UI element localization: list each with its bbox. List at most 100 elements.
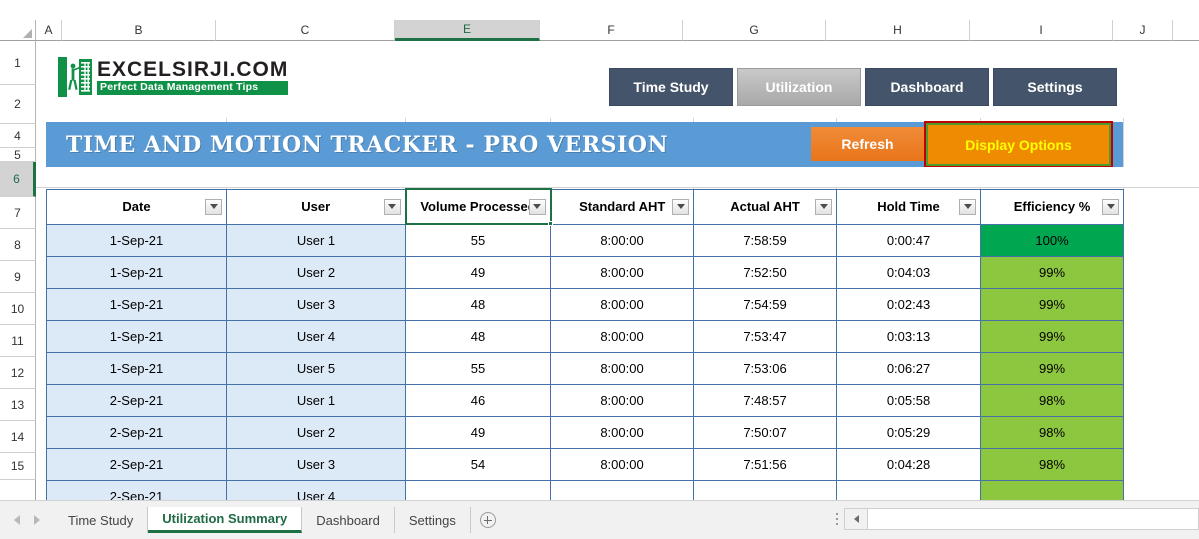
horizontal-scrollbar[interactable] <box>830 503 1199 535</box>
cell-hold-time[interactable]: 0:04:03 <box>836 255 981 289</box>
cell-efficiency[interactable]: 98% <box>980 415 1124 449</box>
cell-hold-time[interactable]: 0:04:28 <box>836 447 981 481</box>
select-all-corner[interactable] <box>0 20 36 41</box>
cell-user[interactable]: User 2 <box>226 255 406 289</box>
column-header-c[interactable]: C <box>216 20 395 41</box>
add-sheet-button[interactable] <box>471 512 505 528</box>
cell-hold-time[interactable]: 0:05:58 <box>836 383 981 417</box>
cell-standard-aht[interactable] <box>550 479 694 500</box>
row-header-8[interactable]: 8 <box>0 229 36 261</box>
cell-user[interactable]: User 3 <box>226 287 406 321</box>
cell-date[interactable]: 1-Sep-21 <box>46 287 227 321</box>
nav-button-settings[interactable]: Settings <box>993 68 1117 106</box>
cell-actual-aht[interactable]: 7:52:50 <box>693 255 837 289</box>
cell-efficiency[interactable]: 99% <box>980 319 1124 353</box>
cell-standard-aht[interactable]: 8:00:00 <box>550 447 694 481</box>
cell-actual-aht[interactable]: 7:58:59 <box>693 223 837 257</box>
row-header-14[interactable]: 14 <box>0 421 36 453</box>
cell-actual-aht[interactable]: 7:51:56 <box>693 447 837 481</box>
row-header-5[interactable]: 5 <box>0 148 36 162</box>
column-header-e[interactable]: E <box>395 20 540 41</box>
row-header-9[interactable]: 9 <box>0 261 36 293</box>
sheet-tab-utilization-summary[interactable]: Utilization Summary <box>148 507 303 533</box>
cell-standard-aht[interactable]: 8:00:00 <box>550 415 694 449</box>
cell-volume[interactable]: 49 <box>405 415 551 449</box>
scroll-left-icon[interactable] <box>844 508 868 530</box>
cell-date[interactable]: 1-Sep-21 <box>46 319 227 353</box>
prev-sheet-icon[interactable] <box>14 515 20 525</box>
cell-hold-time[interactable]: 0:02:43 <box>836 287 981 321</box>
row-header-4[interactable]: 4 <box>0 124 36 148</box>
scrollbar-grip[interactable] <box>830 507 844 531</box>
cell-volume[interactable]: 48 <box>405 287 551 321</box>
cell-user[interactable]: User 4 <box>226 479 406 500</box>
cell-actual-aht[interactable]: 7:48:57 <box>693 383 837 417</box>
row-header-13[interactable]: 13 <box>0 389 36 421</box>
row-header-1[interactable]: 1 <box>0 41 36 85</box>
cell-standard-aht[interactable]: 8:00:00 <box>550 287 694 321</box>
cell-standard-aht[interactable]: 8:00:00 <box>550 351 694 385</box>
nav-button-utilization[interactable]: Utilization <box>737 68 861 106</box>
cell-actual-aht[interactable]: 7:54:59 <box>693 287 837 321</box>
cell-hold-time[interactable]: 0:00:47 <box>836 223 981 257</box>
row-header-12[interactable]: 12 <box>0 357 36 389</box>
cell-actual-aht[interactable]: 7:53:06 <box>693 351 837 385</box>
cell-date[interactable]: 1-Sep-21 <box>46 351 227 385</box>
cell-user[interactable]: User 5 <box>226 351 406 385</box>
cell-efficiency[interactable]: 99% <box>980 351 1124 385</box>
filter-dropdown-icon[interactable] <box>815 198 832 215</box>
filter-dropdown-icon[interactable] <box>672 198 689 215</box>
display-options-button[interactable]: Display Options <box>924 121 1113 168</box>
cell-date[interactable]: 1-Sep-21 <box>46 255 227 289</box>
column-header-b[interactable]: B <box>62 20 216 41</box>
cell-standard-aht[interactable]: 8:00:00 <box>550 223 694 257</box>
cell-user[interactable]: User 1 <box>226 223 406 257</box>
sheet-tab-dashboard[interactable]: Dashboard <box>302 507 395 533</box>
cell-volume[interactable]: 55 <box>405 351 551 385</box>
cell-hold-time[interactable]: 0:03:13 <box>836 319 981 353</box>
cell-volume[interactable]: 46 <box>405 383 551 417</box>
cell-efficiency[interactable]: 98% <box>980 447 1124 481</box>
scrollbar-track[interactable] <box>868 508 1199 530</box>
row-header-6[interactable]: 6 <box>0 162 36 197</box>
cell-date[interactable]: 2-Sep-21 <box>46 479 227 500</box>
cell-efficiency[interactable]: 100% <box>980 223 1124 257</box>
filter-dropdown-icon[interactable] <box>1102 198 1119 215</box>
next-sheet-icon[interactable] <box>34 515 40 525</box>
refresh-button[interactable]: Refresh <box>811 127 924 161</box>
cell-actual-aht[interactable]: 7:50:07 <box>693 415 837 449</box>
nav-button-time-study[interactable]: Time Study <box>609 68 733 106</box>
cell-date[interactable]: 1-Sep-21 <box>46 223 227 257</box>
cell-user[interactable]: User 4 <box>226 319 406 353</box>
row-header-7[interactable]: 7 <box>0 197 36 229</box>
cell-user[interactable]: User 3 <box>226 447 406 481</box>
cell-hold-time[interactable]: 0:05:29 <box>836 415 981 449</box>
cell-user[interactable]: User 2 <box>226 415 406 449</box>
cell-user[interactable]: User 1 <box>226 383 406 417</box>
sheet-tab-settings[interactable]: Settings <box>395 507 471 533</box>
cell-volume[interactable]: 54 <box>405 447 551 481</box>
cell-efficiency[interactable]: 99% <box>980 287 1124 321</box>
cell-standard-aht[interactable]: 8:00:00 <box>550 383 694 417</box>
column-header-i[interactable]: I <box>970 20 1113 41</box>
nav-button-dashboard[interactable]: Dashboard <box>865 68 989 106</box>
filter-dropdown-icon[interactable] <box>383 198 401 215</box>
column-header-a[interactable]: A <box>36 20 62 41</box>
row-header-2[interactable]: 2 <box>0 85 36 124</box>
column-header-f[interactable]: F <box>540 20 683 41</box>
cell-date[interactable]: 2-Sep-21 <box>46 447 227 481</box>
cell-efficiency[interactable]: 99% <box>980 255 1124 289</box>
filter-dropdown-icon[interactable] <box>959 198 976 215</box>
column-header-h[interactable]: H <box>826 20 970 41</box>
row-header-10[interactable]: 10 <box>0 293 36 325</box>
cell-standard-aht[interactable]: 8:00:00 <box>550 319 694 353</box>
cell-efficiency[interactable]: 98% <box>980 383 1124 417</box>
column-header-j[interactable]: J <box>1113 20 1173 41</box>
row-header-15[interactable]: 15 <box>0 453 36 480</box>
cell-volume[interactable]: 55 <box>405 223 551 257</box>
cell-date[interactable]: 2-Sep-21 <box>46 383 227 417</box>
cell-date[interactable]: 2-Sep-21 <box>46 415 227 449</box>
column-header-g[interactable]: G <box>683 20 826 41</box>
cell-actual-aht[interactable]: 7:53:47 <box>693 319 837 353</box>
row-header-11[interactable]: 11 <box>0 325 36 357</box>
